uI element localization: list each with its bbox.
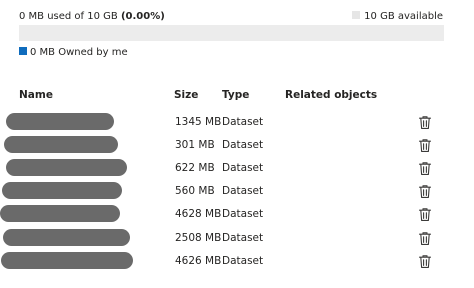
table-row[interactable]: 2508 MB Dataset <box>0 227 474 250</box>
column-header-name[interactable]: Name <box>19 88 53 102</box>
size-cell: 4626 MB <box>175 255 222 267</box>
storage-used-label: 0 MB used of 10 GB <box>19 11 121 22</box>
storage-used-text: 0 MB used of 10 GB (0.00%) <box>19 10 165 24</box>
storage-available-label: 10 GB available <box>364 11 443 22</box>
redacted-name <box>0 205 120 222</box>
table-row[interactable]: 622 MB Dataset <box>0 157 474 180</box>
type-cell: Dataset <box>222 255 264 267</box>
storage-usage-bar <box>19 25 444 41</box>
trash-icon[interactable] <box>418 254 432 269</box>
size-cell: 2508 MB <box>175 232 222 244</box>
owned-legend: 0 MB Owned by me <box>19 46 128 60</box>
storage-panel: 0 MB used of 10 GB (0.00%) 10 GB availab… <box>0 0 474 288</box>
table-row[interactable]: 4628 MB Dataset <box>0 203 474 226</box>
redacted-name <box>3 229 130 246</box>
type-cell: Dataset <box>222 208 264 220</box>
redacted-name <box>6 113 114 130</box>
trash-icon[interactable] <box>418 115 432 130</box>
size-cell: 301 MB <box>175 139 215 151</box>
size-cell: 4628 MB <box>175 208 222 220</box>
column-header-related-objects[interactable]: Related objects <box>285 88 377 102</box>
owned-swatch <box>19 47 27 55</box>
trash-icon[interactable] <box>418 207 432 222</box>
trash-icon[interactable] <box>418 161 432 176</box>
column-header-size[interactable]: Size <box>174 88 198 102</box>
type-cell: Dataset <box>222 162 264 174</box>
table-row[interactable]: 301 MB Dataset <box>0 134 474 157</box>
type-cell: Dataset <box>222 232 264 244</box>
size-cell: 1345 MB <box>175 116 222 128</box>
redacted-name <box>1 252 133 269</box>
available-swatch <box>352 11 361 19</box>
trash-icon[interactable] <box>418 184 432 199</box>
storage-used-percent: (0.00%) <box>120 11 165 22</box>
column-header-type[interactable]: Type <box>222 88 249 102</box>
type-cell: Dataset <box>222 116 264 128</box>
trash-icon[interactable] <box>418 231 432 246</box>
redacted-name <box>6 159 127 176</box>
redacted-name <box>4 136 118 153</box>
type-cell: Dataset <box>222 139 264 151</box>
size-cell: 622 MB <box>175 162 215 174</box>
storage-available: 10 GB available <box>352 10 443 24</box>
owned-label: 0 MB Owned by me <box>30 47 128 58</box>
table-row[interactable]: 4626 MB Dataset <box>0 250 474 273</box>
size-cell: 560 MB <box>175 185 215 197</box>
redacted-name <box>2 182 122 199</box>
type-cell: Dataset <box>222 185 264 197</box>
trash-icon[interactable] <box>418 138 432 153</box>
storage-summary: 0 MB used of 10 GB (0.00%) 10 GB availab… <box>19 10 445 24</box>
table-row[interactable]: 1345 MB Dataset <box>0 111 474 134</box>
table-row[interactable]: 560 MB Dataset <box>0 180 474 203</box>
